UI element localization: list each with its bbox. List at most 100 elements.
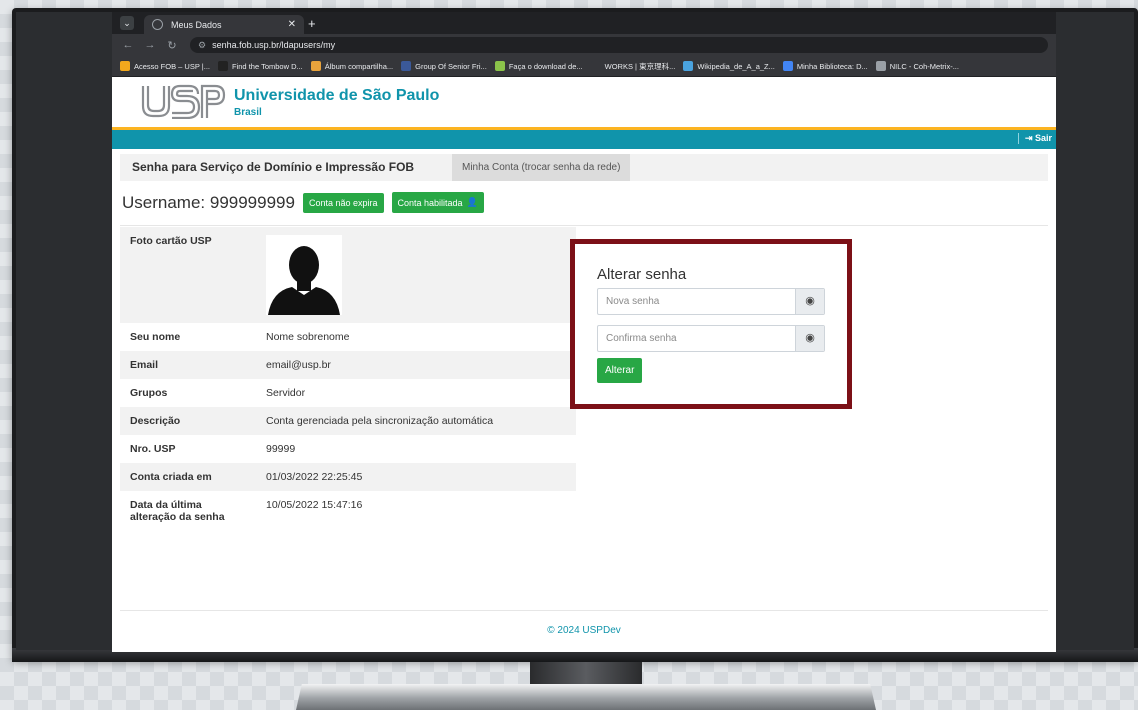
info-value: Conta gerenciada pela sincronização auto…: [266, 415, 494, 427]
info-value: 99999: [266, 443, 296, 455]
bookmark-label: NILC - Coh-Metrix-...: [889, 61, 959, 71]
user-info-table: Foto cartão USP Seu nome Nome sobrenome Em…: [120, 227, 576, 537]
bookmark-label: Acesso FOB – USP |...: [134, 61, 211, 71]
bookmark-item[interactable]: Minha Biblioteca: D...: [782, 61, 868, 71]
info-key: Seu nome: [130, 331, 181, 343]
submit-button[interactable]: Alterar: [597, 358, 643, 383]
logout-link[interactable]: ⇥ Sair: [1017, 133, 1052, 144]
bookmark-label: Faça o download de...: [508, 61, 583, 71]
table-row: Data da última alteração da senha 10/05/2…: [120, 491, 576, 537]
back-icon[interactable]: ←: [122, 39, 134, 51]
bookmark-label: Álbum compartilha...: [324, 61, 394, 71]
bookmark-favicon-icon: [401, 61, 412, 71]
tab-bar: ⌄ Meus Dados ✕ +: [112, 12, 1056, 34]
tab-favicon-icon: [152, 19, 163, 30]
info-value: email@usp.br: [266, 359, 331, 371]
url-field[interactable]: ⚙ senha.fob.usp.br/ldapusers/my: [190, 37, 1048, 53]
tab-domain-service[interactable]: Senha para Serviço de Domínio e Impressã…: [120, 154, 427, 181]
info-value: Nome sobrenome: [266, 331, 350, 343]
new-password-field: Nova senha ◉: [597, 288, 825, 315]
usp-logo-icon: [141, 84, 226, 119]
info-key: Grupos: [130, 387, 168, 399]
bookmark-item[interactable]: Acesso FOB – USP |...: [120, 61, 210, 71]
table-row: Nro. USP 99999: [120, 435, 576, 463]
browser-tab[interactable]: Meus Dados ✕: [144, 15, 304, 34]
url-text: senha.fob.usp.br/ldapusers/my: [212, 40, 336, 50]
info-key: Descrição: [130, 415, 181, 427]
divider: [120, 225, 1048, 226]
bookmark-item[interactable]: Faça o download de...: [494, 61, 583, 71]
bookmark-favicon-icon: [782, 61, 793, 71]
badge-enabled-label: Conta habilitada: [397, 197, 463, 208]
username-row: Username: 999999999 Conta não expira Con…: [122, 192, 484, 213]
bookmark-label: WORKS | 東京理科...: [604, 61, 676, 71]
page-tabs: Senha para Serviço de Domínio e Impressã…: [120, 154, 1048, 181]
tab-my-account[interactable]: Minha Conta (trocar senha da rede): [452, 154, 631, 181]
monitor-stand: [296, 684, 876, 710]
bookmark-item[interactable]: Group Of Senior Fri...: [401, 61, 487, 71]
info-value: 01/03/2022 22:25:45: [266, 471, 363, 483]
info-key: Email: [130, 359, 159, 371]
table-row: Email email@usp.br: [120, 351, 576, 379]
bookmark-favicon-icon: [875, 61, 886, 71]
badge-no-expire: Conta não expira: [302, 192, 384, 213]
close-tab-icon[interactable]: ✕: [288, 19, 296, 30]
new-tab-icon[interactable]: +: [308, 16, 316, 31]
bookmark-item[interactable]: Find the Tombow D...: [218, 61, 303, 71]
tab-search-icon[interactable]: ⌄: [120, 16, 134, 30]
university-name: Universidade de São Paulo: [234, 87, 440, 104]
bookmark-label: Minha Biblioteca: D...: [796, 61, 868, 71]
user-icon: 👤: [466, 197, 478, 207]
table-row: Descrição Conta gerenciada pela sincroniz…: [120, 407, 576, 435]
monitor-neck: [530, 662, 642, 686]
bookmarks-bar: Acesso FOB – USP |... Find the Tombow D..…: [112, 56, 1056, 77]
bookmark-item[interactable]: Wikipedia_de_A_a_Z...: [683, 61, 775, 71]
country-label: Brasil: [234, 107, 262, 118]
site-header: Universidade de São Paulo Brasil: [112, 77, 1056, 127]
desktop-right: [1056, 12, 1134, 650]
bookmark-favicon-icon: [590, 61, 601, 71]
eye-icon[interactable]: ◉: [795, 326, 824, 351]
browser-window: ⌄ Meus Dados ✕ + ← → ↻ ⚙ senha.fob.usp.b…: [112, 12, 1056, 652]
new-password-input[interactable]: Nova senha: [598, 289, 795, 314]
footer[interactable]: © 2024 USPDev: [112, 625, 1056, 636]
logout-icon: ⇥: [1024, 133, 1035, 143]
address-bar-row: ← → ↻ ⚙ senha.fob.usp.br/ldapusers/my: [112, 34, 1056, 56]
bookmark-favicon-icon: [120, 61, 130, 71]
info-value: Servidor: [266, 387, 306, 399]
bookmark-favicon-icon: [310, 61, 321, 71]
table-row: Grupos Servidor: [120, 379, 576, 407]
bookmark-item[interactable]: NILC - Coh-Metrix-...: [875, 61, 959, 71]
bookmark-item[interactable]: WORKS | 東京理科...: [590, 61, 676, 72]
change-password-panel: Alterar senha Nova senha ◉ Confirma senh…: [570, 239, 852, 409]
tab-title: Meus Dados: [171, 19, 222, 30]
confirm-password-input[interactable]: Confirma senha: [598, 326, 795, 351]
table-row: Foto cartão USP: [120, 227, 576, 323]
photo-label: Foto cartão USP: [130, 235, 212, 247]
bookmark-favicon-icon: [683, 61, 694, 71]
page-content: Universidade de São Paulo Brasil ⇥ Sair …: [112, 77, 1056, 652]
avatar: [266, 235, 342, 315]
desktop-left: [16, 12, 112, 650]
photo-cell: [256, 227, 576, 323]
table-row: Conta criada em 01/03/2022 22:25:45: [120, 463, 576, 491]
bookmark-label: Wikipedia_de_A_a_Z...: [697, 61, 775, 71]
user-silhouette-icon: [268, 246, 340, 315]
reload-icon[interactable]: ↻: [166, 39, 178, 52]
bookmark-favicon-icon: [218, 61, 229, 71]
change-password-title: Alterar senha: [597, 266, 687, 283]
badge-enabled: Conta habilitada 👤: [391, 192, 484, 213]
site-info-icon[interactable]: ⚙: [198, 40, 206, 51]
badge-no-expire-label: Conta não expira: [308, 197, 378, 208]
info-key: Data da última alteração da senha: [130, 499, 225, 523]
bookmark-label: Find the Tombow D...: [232, 61, 303, 71]
bookmark-item[interactable]: Álbum compartilha...: [310, 61, 394, 71]
forward-icon[interactable]: →: [144, 39, 156, 51]
confirm-password-field: Confirma senha ◉: [597, 325, 825, 352]
info-key: Conta criada em: [130, 471, 212, 483]
username-label: Username: 999999999: [122, 192, 295, 212]
info-key: Nro. USP: [130, 443, 176, 455]
logout-label: Sair: [1034, 133, 1052, 143]
table-row: Seu nome Nome sobrenome: [120, 323, 576, 351]
eye-icon[interactable]: ◉: [795, 289, 824, 314]
